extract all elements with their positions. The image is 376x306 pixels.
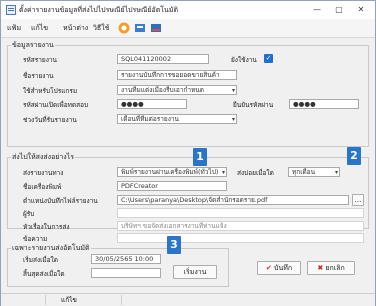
chevron-down-icon: ▾ <box>231 87 235 94</box>
send-type-value: พิมพ์รายงานผ่านเครื่องพิมพ์(ทั่วไป) <box>121 168 219 176</box>
auto-send-title: เฉพาะรายงานส่งอัตโนมัติ <box>11 243 91 254</box>
open-with-field[interactable]: งานทีมแต่งเมืองรีบเอากำหนด ▾ <box>117 85 237 95</box>
browse-button[interactable]: ... <box>352 194 364 206</box>
run-time-value: เดือนที่ทีมต่อรายงาน <box>121 115 179 123</box>
report-info-title: ข้อมูลรายงาน <box>11 40 55 51</box>
to-label: ผู้รับ <box>23 210 35 218</box>
status-mode: แก้ไข <box>49 295 122 305</box>
badge-2: 2 <box>347 147 361 165</box>
run-time-field[interactable]: เดือนที่ทีมต่อรายงาน ▾ <box>117 114 237 124</box>
menu-file[interactable]: แฟ้ม <box>7 23 21 34</box>
minimize-button[interactable]: — <box>307 3 327 16</box>
open-pass-label: รหัสผ่านเปิดเพื่อทดสอบ <box>23 101 89 109</box>
path-field[interactable]: C:\Users\paranya\Desktop\จัดสำนักรอดราย.… <box>117 195 349 205</box>
check-icon: ✔ <box>265 264 272 272</box>
badge-1: 1 <box>193 148 207 166</box>
report-code-field[interactable]: SQL041120002 <box>117 54 209 64</box>
cancel-label: ยกเลิก <box>325 264 345 272</box>
close-button[interactable]: ✕ <box>351 3 371 16</box>
open-pass-field[interactable]: ●●●● <box>117 99 187 109</box>
menu-help[interactable]: วิธีใช้ <box>93 23 109 34</box>
chevron-down-icon: ▾ <box>231 116 235 123</box>
printer-field[interactable]: PDFCreator <box>117 181 227 191</box>
status-bar: แก้ไข <box>1 293 375 306</box>
cancel-button[interactable]: ✖ ยกเลิก <box>307 261 355 275</box>
dialog-window: ตั้งค่ารายงานข้อมูลที่ส่งไปไปรษณีย์ไปรษณ… <box>0 0 376 306</box>
printer-label: ชื่อเครื่องพิมพ์ <box>23 183 62 191</box>
report-code-label: รหัสรายงาน <box>23 56 57 64</box>
frequency-label: ส่งบ่อยเมื่อใด <box>237 169 274 177</box>
menu-bar: แฟ้ม แก้ไข หน้าต่าง วิธีใช้ <box>1 19 375 38</box>
title-bar: ตั้งค่ารายงานข้อมูลที่ส่งไปไปรษณีย์ไปรษณ… <box>1 1 375 19</box>
menu-edit[interactable]: แก้ไข <box>31 23 48 34</box>
help-icon[interactable] <box>118 22 130 34</box>
chevron-down-icon: ▾ <box>221 169 225 176</box>
save-label: บันทึก <box>274 264 293 272</box>
run-time-label: ช่วงวันที่รันรายงาน <box>23 116 77 124</box>
window-title: ตั้งค่ารายงานข้อมูลที่ส่งไปไปรษณีย์ไปรษณ… <box>19 6 178 14</box>
start-job-button[interactable]: เริ่มงาน <box>173 265 217 279</box>
report-name-label: ชื่อรายงาน <box>23 72 54 80</box>
start-label: เริ่มส่งเมื่อใด <box>23 256 58 264</box>
badge-3: 3 <box>167 236 181 254</box>
frequency-field[interactable]: ทุกเดือน ▾ <box>288 167 340 177</box>
confirm-pass-field[interactable]: ●●●● <box>289 99 359 109</box>
active-label: ยังใช้งาน <box>231 56 257 64</box>
open-with-label: ใช้สำหรับโปรแกรม <box>23 87 78 95</box>
start-field[interactable]: 30/05/2565 10:00 <box>91 254 161 264</box>
message-field[interactable] <box>117 233 364 243</box>
send-type-label: ส่งรายงานทาง <box>23 169 64 177</box>
path-label: ตำแหน่งบันทึกไฟล์รายงาน <box>23 197 98 205</box>
x-icon: ✖ <box>317 264 324 272</box>
menu-window[interactable]: หน้าต่าง <box>63 23 88 34</box>
confirm-pass-label: ยืนยันรหัสผ่าน <box>233 101 274 109</box>
maximize-button[interactable]: ▢ <box>329 3 349 16</box>
end-label: สิ้นสุดส่งเมื่อใด <box>23 270 65 278</box>
save-button[interactable]: ✔ บันทึก <box>257 261 301 275</box>
send-method-title: ส่งไปให้สงส่งอย่างไร <box>11 152 76 163</box>
subject-field[interactable]: บริษัทฯ ขอจัดส่งเอกสารงานที่ท่านแจ้ง <box>117 221 364 231</box>
end-field[interactable] <box>91 268 161 278</box>
frequency-value: ทุกเดือน <box>292 168 316 176</box>
mail-icon[interactable] <box>150 22 162 34</box>
to-field[interactable] <box>117 208 364 218</box>
app-icon <box>6 5 16 15</box>
report-name-field[interactable]: รายงานบันทึกการขอยอดขายสินค้า <box>117 70 237 80</box>
chevron-down-icon: ▾ <box>334 169 338 176</box>
status-cell-empty <box>5 295 46 305</box>
send-type-field[interactable]: พิมพ์รายงานผ่านเครื่องพิมพ์(ทั่วไป) ▾ <box>117 167 227 177</box>
subject-label: หัวเรื่องในการส่ง <box>23 223 70 231</box>
printer-icon[interactable] <box>134 22 146 34</box>
open-with-value: งานทีมแต่งเมืองรีบเอากำหนด <box>121 86 204 94</box>
active-checkbox[interactable]: ✓ <box>264 54 273 63</box>
